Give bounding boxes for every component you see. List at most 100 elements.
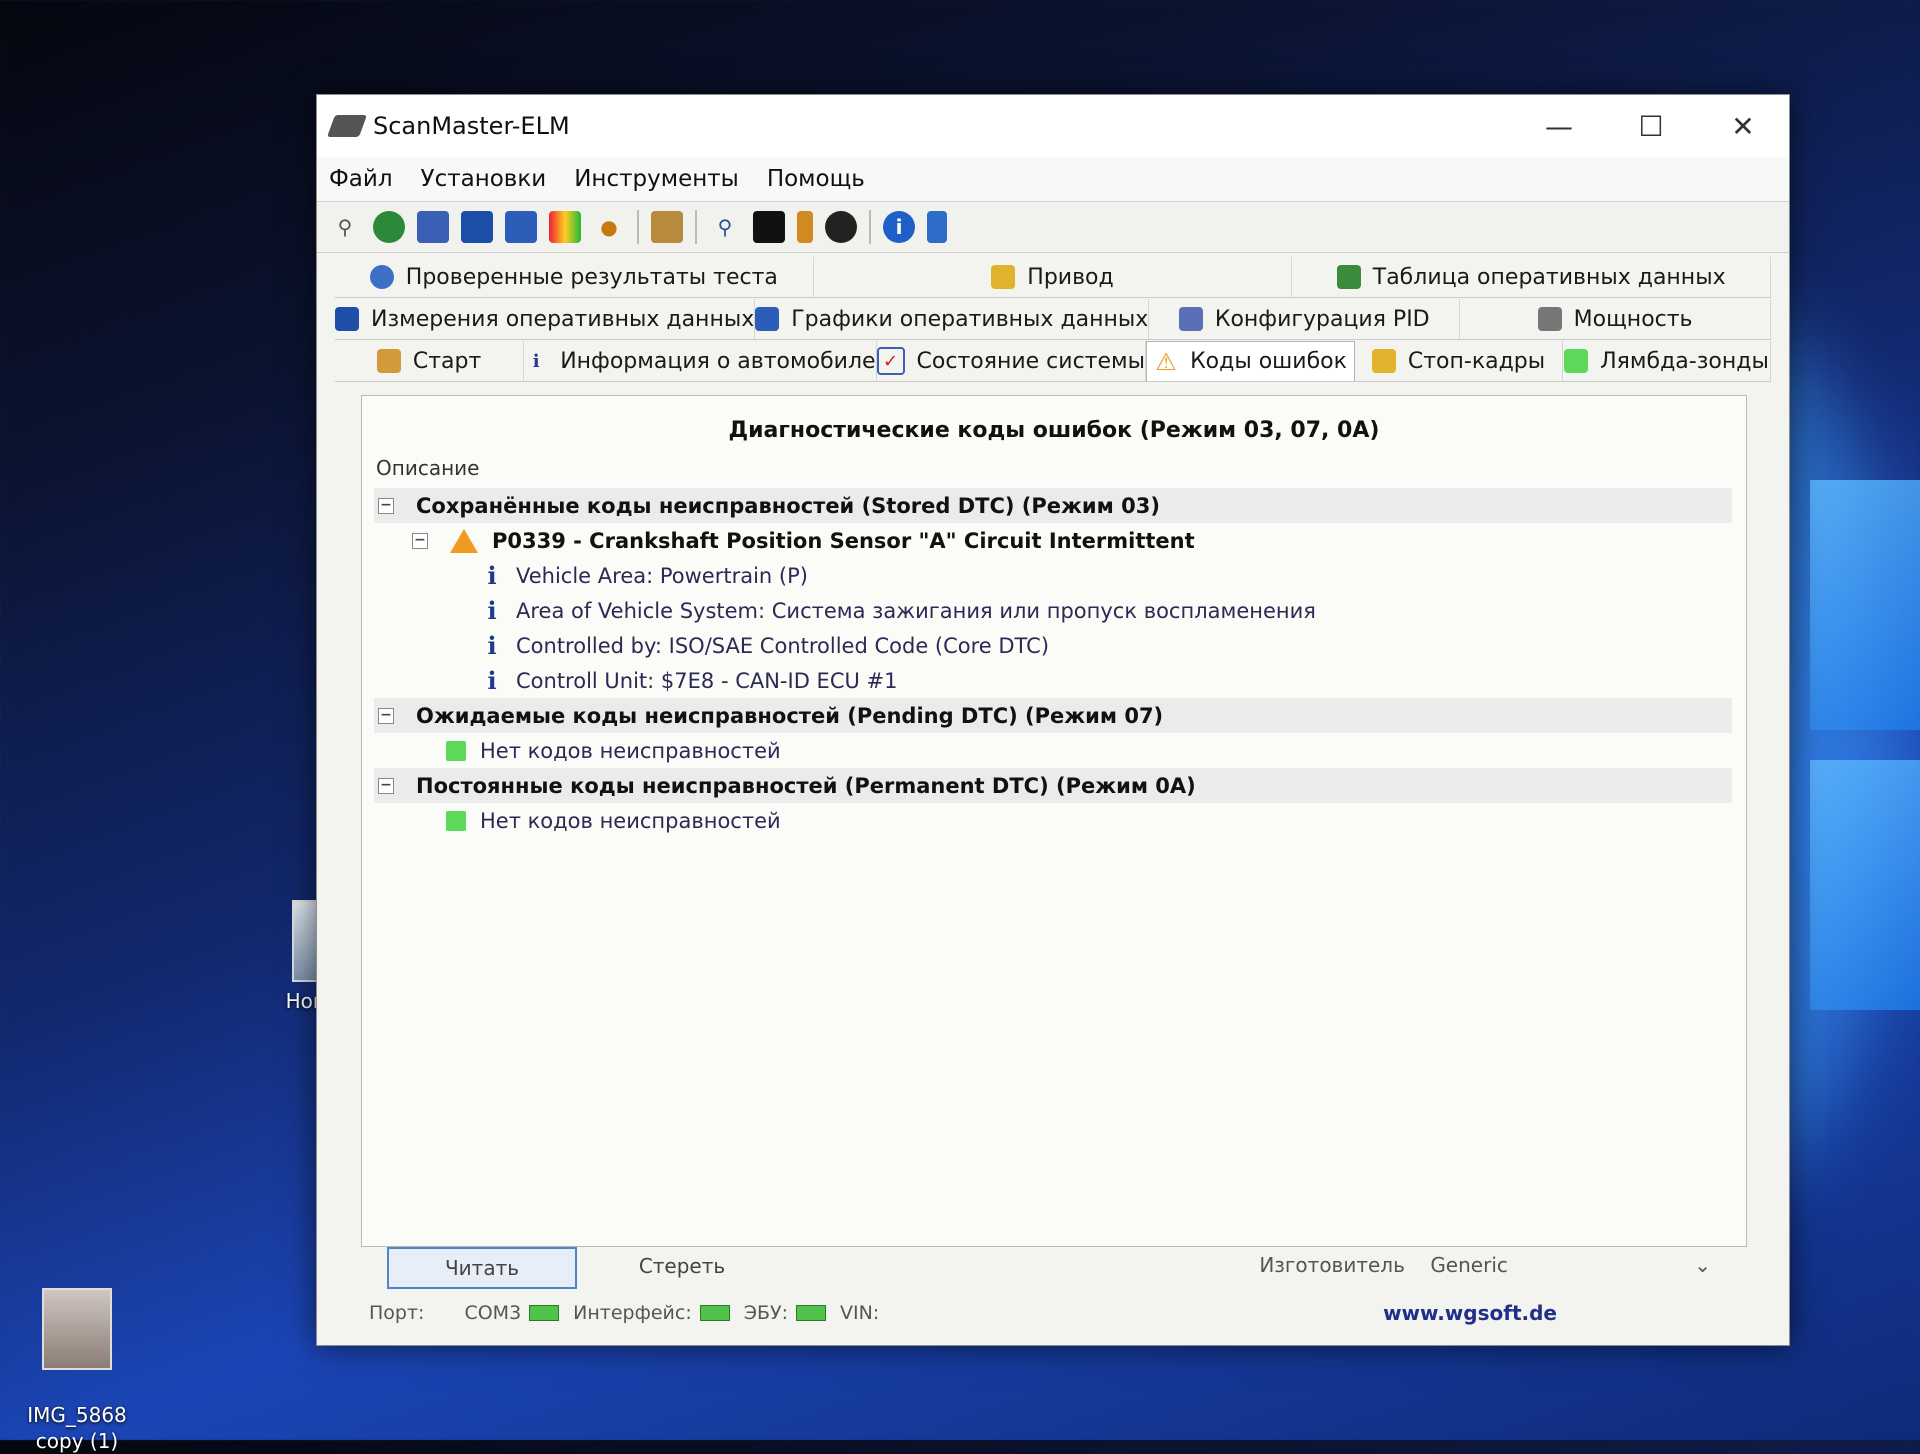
tab-live-measurements[interactable]: Измерения оперативных данных <box>335 299 756 339</box>
manufacturer-value: Generic <box>1430 1253 1508 1277</box>
image-thumbnail-icon <box>42 1288 112 1370</box>
grid-icon[interactable] <box>461 211 493 243</box>
tab-power[interactable]: Мощность <box>1460 299 1772 339</box>
windows-logo-pane <box>1810 480 1920 730</box>
engine-icon <box>991 265 1016 289</box>
maximize-icon[interactable]: ☐ <box>1605 95 1697 157</box>
collapse-icon[interactable]: − <box>412 532 428 549</box>
website-link[interactable]: www.wgsoft.de <box>1383 1301 1557 1325</box>
tree-node-detail[interactable]: i Area of Vehicle System: Система зажига… <box>374 593 1732 628</box>
read-button[interactable]: Читать <box>387 1247 577 1289</box>
user-icon[interactable]: ● <box>593 211 625 243</box>
warning-icon <box>450 528 478 553</box>
toolbar-separator <box>869 210 871 244</box>
exit-icon[interactable] <box>927 211 947 243</box>
menu-help[interactable]: Помощь <box>767 166 865 192</box>
warning-icon: ⚠ <box>1155 347 1177 376</box>
close-icon[interactable]: ✕ <box>1697 95 1789 157</box>
tab-pid-config[interactable]: Конфигурация PID <box>1149 299 1461 339</box>
tab-strip: Проверенные результаты теста Привод Табл… <box>335 253 1772 388</box>
tab-row-2: Измерения оперативных данных Графики опе… <box>335 299 1772 340</box>
menu-settings[interactable]: Установки <box>421 166 547 192</box>
tab-label: Конфигурация PID <box>1214 306 1430 332</box>
app-icon <box>326 115 368 137</box>
tree-node-detail[interactable]: i Controll Unit: $7E8 - CAN-ID ECU #1 <box>374 663 1732 698</box>
tab-test-results[interactable]: Проверенные результаты теста <box>335 257 814 297</box>
tab-live-graphs[interactable]: Графики оперативных данных <box>755 299 1150 339</box>
tree-node-detail[interactable]: i Controlled by: ISO/SAE Controlled Code… <box>374 628 1732 663</box>
clear-button[interactable]: Стереть <box>589 1247 775 1285</box>
collapse-icon[interactable]: − <box>378 497 394 514</box>
tab-error-codes[interactable]: ⚠ Коды ошибок <box>1146 341 1355 381</box>
title-bar[interactable]: ScanMaster-ELM — ☐ ✕ <box>317 95 1789 157</box>
terminal-icon[interactable] <box>753 211 785 243</box>
chevron-down-icon: ⌄ <box>1694 1253 1711 1277</box>
globe-icon[interactable] <box>373 211 405 243</box>
tree-node-permanent[interactable]: − Постоянные коды неисправностей (Perman… <box>374 768 1732 803</box>
toolbar: ⚲ ● ⚲ i <box>317 202 1789 253</box>
interface-label: Интерфейс: <box>573 1302 692 1324</box>
map-icon[interactable] <box>549 211 581 243</box>
clipboard-icon[interactable] <box>651 211 683 243</box>
tab-freeze-frames[interactable]: Стоп-кадры <box>1355 341 1563 381</box>
info-icon: i <box>532 350 540 372</box>
tab-label: Привод <box>1027 264 1114 290</box>
menu-tools[interactable]: Инструменты <box>574 166 739 192</box>
minimize-icon[interactable]: — <box>1513 95 1605 157</box>
node-label: Ожидаемые коды неисправностей (Pending D… <box>416 703 1164 728</box>
node-label: Controlled by: ISO/SAE Controlled Code (… <box>516 633 1050 658</box>
manufacturer-select[interactable]: Изготовитель Generic ⌄ <box>1259 1253 1711 1277</box>
tab-label: Таблица оперативных данных <box>1372 264 1726 290</box>
info-icon[interactable]: i <box>883 211 915 243</box>
tab-system-status[interactable]: ✓ Состояние системы <box>876 341 1146 381</box>
bar-chart-icon[interactable] <box>505 211 537 243</box>
ok-icon <box>446 810 466 831</box>
menu-bar: Файл Установки Инструменты Помощь <box>317 157 1789 202</box>
tab-label: Коды ошибок <box>1190 349 1347 374</box>
tree-node-detail[interactable]: i Vehicle Area: Powertrain (P) <box>374 558 1732 593</box>
vin-label: VIN: <box>840 1302 880 1324</box>
tab-vehicle-info[interactable]: i Информация о автомобиле <box>524 341 877 381</box>
sensor-icon <box>1564 349 1589 373</box>
desktop-icon-image[interactable]: IMG_5868 copy (1) <box>12 1262 142 1454</box>
toolbar-separator <box>695 210 697 244</box>
port-status-led <box>529 1305 560 1321</box>
node-label: Area of Vehicle System: Система зажигани… <box>516 598 1316 623</box>
tab-row-1: Проверенные результаты теста Привод Табл… <box>335 257 1772 298</box>
tree-node-pending[interactable]: − Ожидаемые коды неисправностей (Pending… <box>374 698 1732 733</box>
checklist-icon: ✓ <box>876 347 905 375</box>
magnifier-icon[interactable]: ⚲ <box>709 211 741 243</box>
tree-node-stored[interactable]: − Сохранённые коды неисправностей (Store… <box>374 488 1732 523</box>
info-icon: i <box>487 596 497 625</box>
status-bar: Порт: COM3 Интерфейс: ЭБУ: VIN: www.wgso… <box>361 1295 1747 1331</box>
table-icon <box>1336 265 1361 289</box>
port-value: COM3 <box>464 1302 522 1324</box>
desktop-icon-label: IMG_5868 copy (1) <box>27 1403 127 1453</box>
document-icon[interactable] <box>417 211 449 243</box>
connect-icon[interactable]: ⚲ <box>329 211 361 243</box>
tree-node-dtc[interactable]: − P0339 - Crankshaft Position Sensor "A"… <box>374 523 1732 558</box>
tab-label: Стоп-кадры <box>1407 348 1546 374</box>
tree-node-no-codes[interactable]: Нет кодов неисправностей <box>374 803 1732 838</box>
collapse-icon[interactable]: − <box>378 777 394 794</box>
tab-label: Состояние системы <box>916 348 1145 374</box>
column-header-description[interactable]: Описание <box>376 456 479 480</box>
tab-drive[interactable]: Привод <box>813 257 1293 297</box>
tab-start[interactable]: Старт <box>335 341 525 381</box>
dtc-tree: − Сохранённые коды неисправностей (Store… <box>374 488 1732 838</box>
collapse-icon[interactable]: − <box>378 707 394 724</box>
battery-icon[interactable] <box>797 211 813 243</box>
engine-icon <box>1371 349 1396 373</box>
chart-icon <box>755 307 780 331</box>
menu-file[interactable]: Файл <box>329 166 393 192</box>
tab-lambda-sensors[interactable]: Лямбда-зонды <box>1563 341 1771 381</box>
power-icon <box>1537 307 1562 331</box>
node-label: Controll Unit: $7E8 - CAN-ID ECU #1 <box>516 668 898 693</box>
home-icon <box>376 349 401 373</box>
ecu-label: ЭБУ: <box>743 1302 789 1324</box>
tab-live-data-table[interactable]: Таблица оперативных данных <box>1292 257 1772 297</box>
tree-node-no-codes[interactable]: Нет кодов неисправностей <box>374 733 1732 768</box>
info-icon: i <box>487 666 497 695</box>
gauge-icon[interactable] <box>825 211 857 243</box>
node-label: Vehicle Area: Powertrain (P) <box>516 563 808 588</box>
